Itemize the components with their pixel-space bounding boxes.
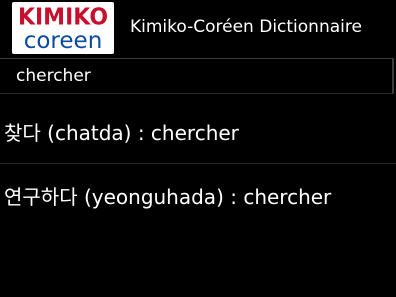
app-logo: KIMIKO coreen <box>12 2 114 54</box>
logo-bottom-text: coreen <box>23 28 103 54</box>
title-bar: KIMIKO coreen Kimiko-Coréen Dictionnaire <box>0 0 396 56</box>
search-bar <box>0 58 394 94</box>
logo-top-text: KIMIKO <box>17 4 109 31</box>
search-input[interactable] <box>4 61 390 91</box>
list-item[interactable]: 연구하다 (yeonguhada) : chercher <box>0 164 396 228</box>
result-text: 찾다 (chatda) : chercher <box>4 121 239 145</box>
result-text: 연구하다 (yeonguhada) : chercher <box>4 185 332 209</box>
results-list: 찾다 (chatda) : chercher 연구하다 (yeonguhada)… <box>0 100 396 228</box>
app-title: Kimiko-Coréen Dictionnaire <box>130 17 362 37</box>
list-item[interactable]: 찾다 (chatda) : chercher <box>0 100 396 164</box>
